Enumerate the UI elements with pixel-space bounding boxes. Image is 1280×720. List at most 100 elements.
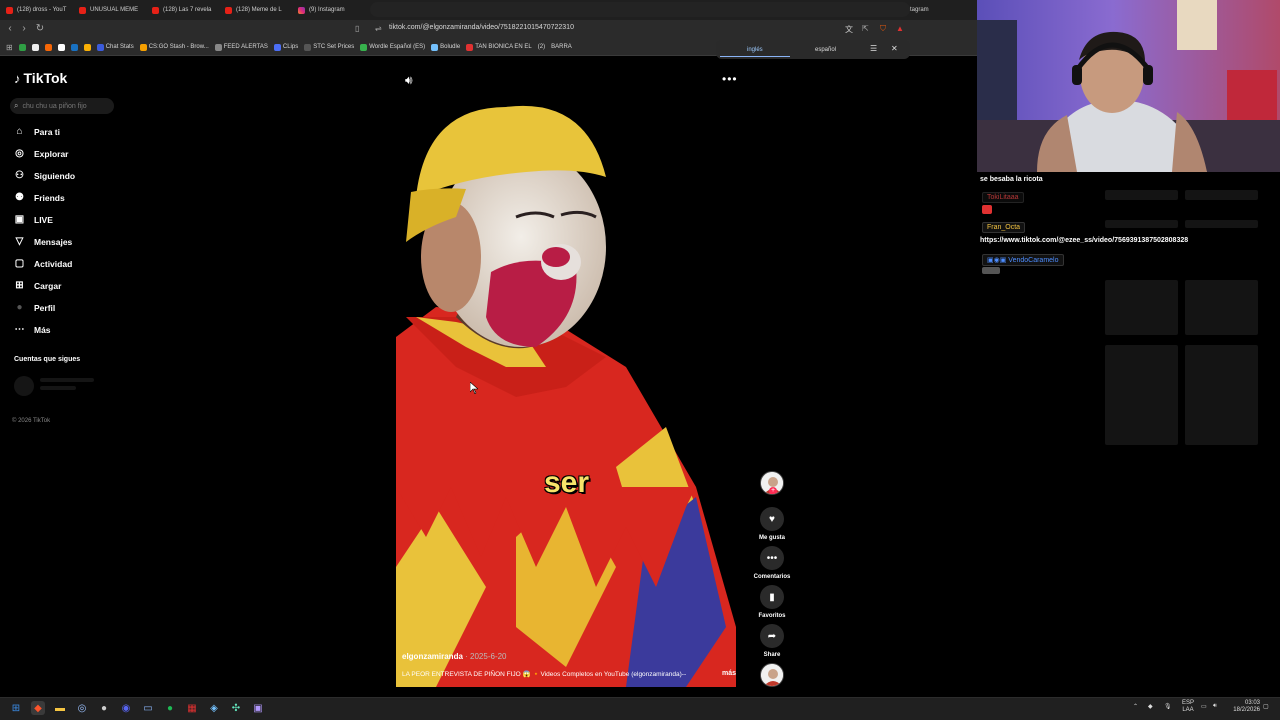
tray-chevron-icon[interactable]: ⌃ <box>1133 703 1138 710</box>
bookmark-item[interactable]: Boludle <box>431 43 460 51</box>
browser-tab[interactable]: (128) dross - YouT <box>0 0 73 20</box>
sidebar-item-más[interactable]: ⋯ Más <box>14 324 51 335</box>
bookmark-icon-orange[interactable] <box>44 43 52 51</box>
bookmark-item[interactable]: STC Set Prices <box>304 43 354 51</box>
bookmark-item[interactable]: (2) <box>538 44 545 50</box>
apps-grid-icon[interactable]: ⊞ <box>6 43 13 52</box>
brave-shield-icon[interactable]: ⛉ <box>880 24 886 34</box>
bookmark-item[interactable]: CS:GO Stash - Brow... <box>139 43 209 51</box>
bookmark-item[interactable]: TAN BIONICA EN EL <box>466 43 532 51</box>
translate-close-icon[interactable]: ✕ <box>891 44 898 53</box>
translate-target-tab[interactable]: español <box>815 47 836 53</box>
back-arrow-icon[interactable]: ‹ <box>4 23 16 35</box>
brave-browser-icon[interactable]: ◆ <box>31 701 45 715</box>
bookmark-icon-yellow[interactable] <box>83 43 91 51</box>
bookmark-label: Chat Stats <box>105 44 134 50</box>
bookmark-item[interactable]: CLips <box>273 43 298 51</box>
puzzle-app-icon[interactable]: ✣ <box>229 701 243 715</box>
site-settings-icon[interactable]: ⇌ <box>375 24 382 33</box>
brave-rewards-icon[interactable]: ▲ <box>896 24 904 33</box>
chat-placeholder <box>1185 190 1258 200</box>
obs-icon[interactable]: ● <box>97 701 111 715</box>
chat-username-text: VendoCaramelo <box>1008 257 1059 264</box>
tiktok-logo[interactable]: ♪ TikTok <box>14 70 67 86</box>
favorites-button[interactable]: ▮ <box>760 585 784 609</box>
bookmark-icon-white[interactable] <box>57 43 65 51</box>
sidebar-item-mensajes[interactable]: ▽ Mensajes <box>14 236 73 247</box>
browser-tab[interactable]: UNUSUAL MEME <box>73 0 146 20</box>
search-placeholder: chu chu ua piñon fijo <box>22 102 87 110</box>
share-button[interactable]: ➦ <box>760 624 784 648</box>
share-icon[interactable]: ⇱ <box>862 24 869 33</box>
reload-icon[interactable]: ↻ <box>34 23 46 35</box>
sidebar-item-cargar[interactable]: ⊞ Cargar <box>14 280 61 291</box>
address-bar[interactable] <box>370 2 910 17</box>
translate-menu-icon[interactable]: ☰ <box>870 44 877 53</box>
chat-badge-icon: ▣◉▣ <box>987 257 1007 264</box>
browser-tab-label: (128) dross - YouT <box>17 7 67 13</box>
bookmark-icon-dark[interactable] <box>31 43 39 51</box>
monitor-app-icon[interactable]: ▭ <box>141 701 155 715</box>
bookmark-icon-blue[interactable] <box>70 43 78 51</box>
comments-button[interactable]: ••• <box>760 546 784 570</box>
bookmark-item[interactable]: Chat Stats <box>96 43 134 51</box>
purple-app-icon[interactable]: ▣ <box>251 701 265 715</box>
chat-username[interactable]: ▣◉▣ VendoCaramelo <box>982 254 1064 266</box>
steam-icon[interactable]: ◎ <box>75 701 89 715</box>
microphone-icon[interactable]: 🎙︎ <box>1164 703 1172 710</box>
bookmark-item[interactable]: Wordle Español (ES) <box>360 43 425 51</box>
sidebar-item-label: Para ti <box>34 126 60 137</box>
url-text[interactable]: tiktok.com/@elgonzamiranda/video/7518221… <box>389 24 574 31</box>
live-icon: ▣ <box>14 214 25 225</box>
author-name[interactable]: elgonzamiranda <box>402 652 463 661</box>
video-player[interactable] <box>396 67 742 687</box>
browser-tab[interactable]: (128) Las 7 revela <box>146 0 219 20</box>
forward-arrow-icon[interactable]: › <box>18 23 30 35</box>
like-button[interactable]: ♥ <box>760 507 784 531</box>
language-indicator[interactable]: ESP LAA <box>1182 700 1194 714</box>
chat-username[interactable]: Fran_Octa <box>982 222 1026 233</box>
translate-source-tab[interactable]: inglés <box>747 47 763 53</box>
sidebar-item-actividad[interactable]: ▢ Actividad <box>14 258 73 269</box>
bookmark-item[interactable]: BARRA <box>551 44 572 50</box>
search-input[interactable]: ⌕ chu chu ua piñon fijo <box>10 98 114 114</box>
calendar-app-icon[interactable]: ▦ <box>185 701 199 715</box>
sidebar-item-perfil[interactable]: ● Perfil <box>14 302 55 313</box>
youtube-favicon-icon <box>79 6 86 14</box>
browser-tab[interactable]: (128) Meme de L <box>219 0 292 20</box>
chat-username[interactable]: TokiLitaaa <box>982 192 1024 203</box>
video-date: · 2025-6-20 <box>465 652 507 661</box>
creator-avatar[interactable]: + <box>760 471 784 495</box>
bookmark-icon-green[interactable] <box>18 43 26 51</box>
notification-icon[interactable]: ▢ <box>1263 703 1269 710</box>
sidebar-item-live[interactable]: ▣ LIVE <box>14 214 53 225</box>
wifi-icon[interactable]: ▭ <box>1201 703 1207 710</box>
chat-placeholder <box>1105 220 1178 228</box>
more-description-button[interactable]: más <box>722 670 736 677</box>
comment-icon: ••• <box>766 552 778 564</box>
bookmark-star-icon[interactable]: ▯ <box>355 24 359 33</box>
sidebar-item-para-ti[interactable]: ⌂ Para ti <box>14 126 60 137</box>
file-explorer-icon[interactable]: ▬ <box>53 701 67 715</box>
sidebar-item-friends[interactable]: ⚉ Friends <box>14 192 65 203</box>
translate-icon[interactable]: 文 <box>845 24 853 35</box>
sidebar-item-explorar[interactable]: ◎ Explorar <box>14 148 68 159</box>
browser-tab[interactable]: (9) Instagram <box>292 0 365 20</box>
sidebar-item-siguiendo[interactable]: ⚇ Siguiendo <box>14 170 75 181</box>
bookmark-item[interactable]: FEED ALERTAS <box>214 43 268 51</box>
clock[interactable]: 03:03 18/2/2026 <box>1230 700 1260 714</box>
volume-icon[interactable]: 🔊︎ <box>405 73 413 88</box>
network-app-icon[interactable]: ◈ <box>207 701 221 715</box>
windows-start-icon[interactable]: ⊞ <box>9 701 23 715</box>
chat-placeholder <box>1185 220 1258 228</box>
music-disc-avatar[interactable] <box>760 663 784 687</box>
more-options-icon[interactable]: ••• <box>722 72 738 86</box>
video-author[interactable]: elgonzamiranda · 2025-6-20 <box>402 652 507 661</box>
chat-link[interactable]: https://www.tiktok.com/@ezee_ss/video/75… <box>980 237 1188 244</box>
discord-icon[interactable]: ◉ <box>119 701 133 715</box>
bookmark-favicon-icon <box>304 43 312 51</box>
follow-plus-icon[interactable]: + <box>769 487 777 494</box>
volume-tray-icon[interactable]: 🔊︎ <box>1213 703 1217 710</box>
spotify-icon[interactable]: ● <box>163 701 177 715</box>
tray-app-icon[interactable]: ◆ <box>1148 703 1153 710</box>
